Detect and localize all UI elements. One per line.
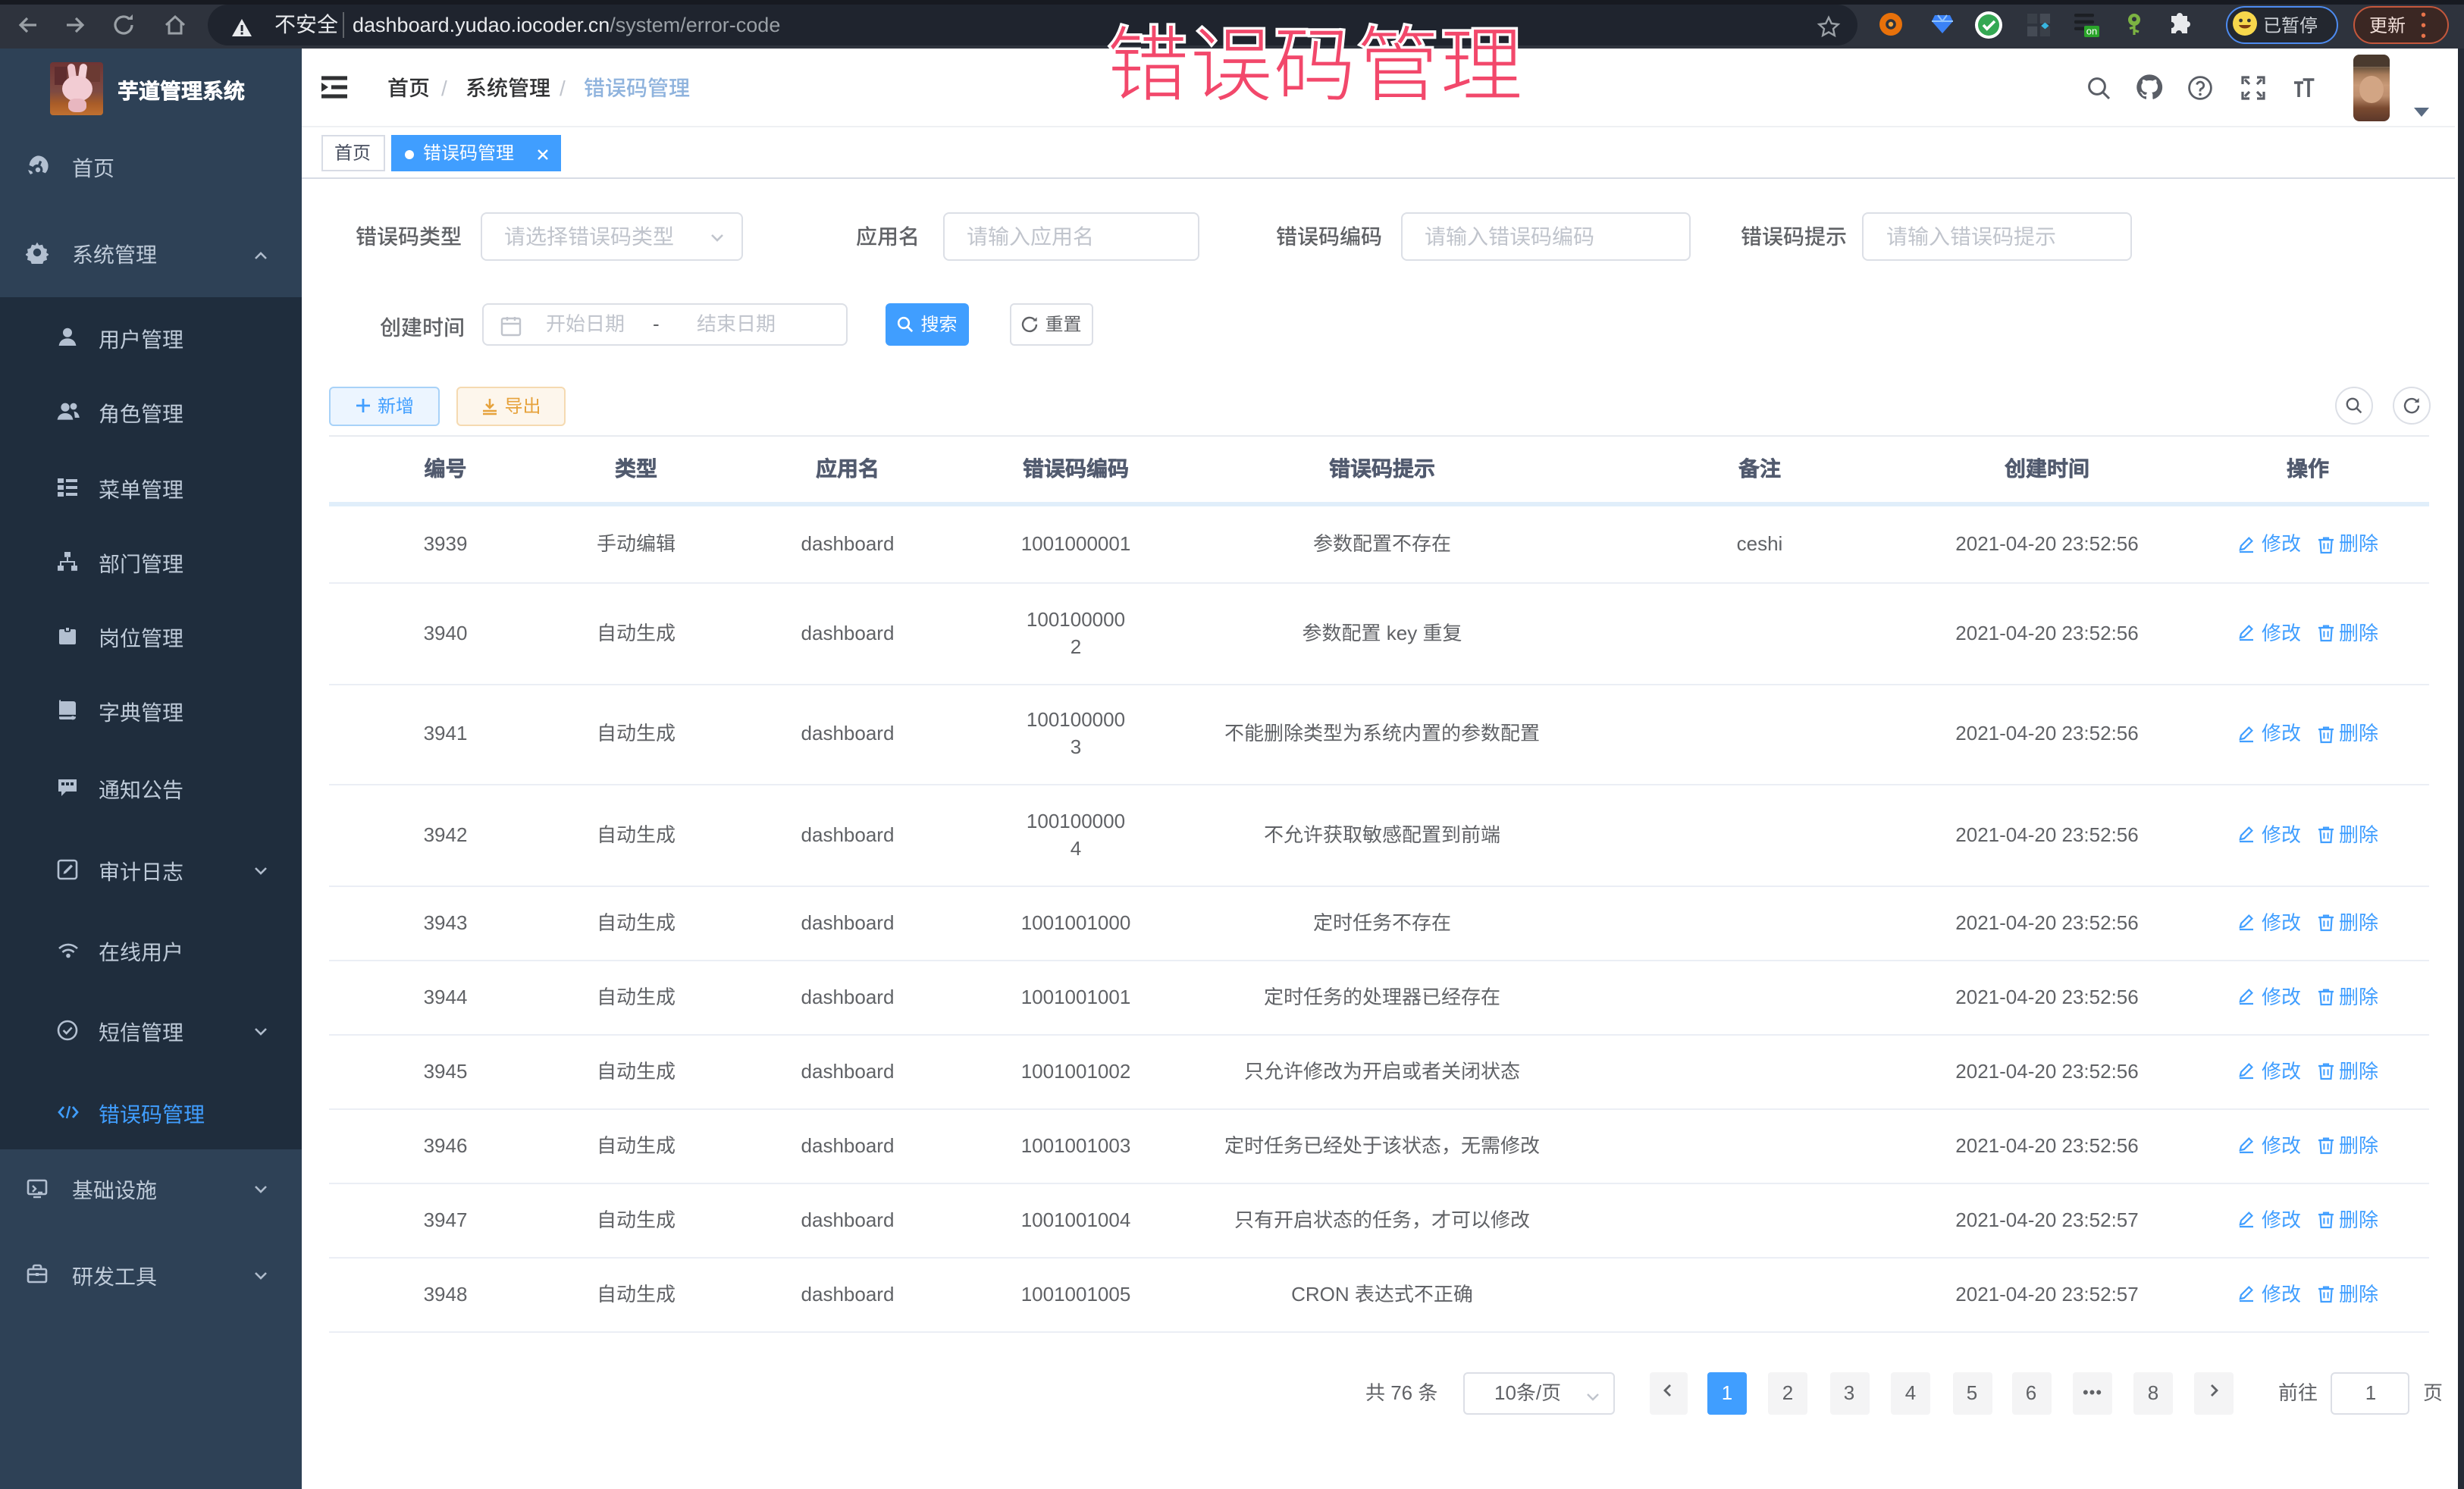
svg-text:on: on xyxy=(2086,26,2096,37)
